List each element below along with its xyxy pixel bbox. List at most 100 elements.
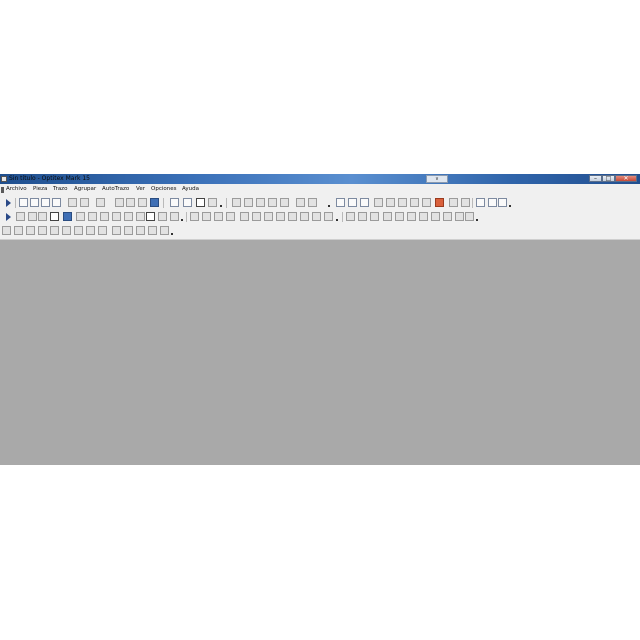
menu-trazo[interactable]: Trazo: [53, 184, 67, 195]
refresh-icon[interactable]: [138, 198, 147, 207]
zoom-icon[interactable]: [150, 198, 159, 207]
group-icon[interactable]: [308, 198, 317, 207]
toolbar-overflow-icon[interactable]: [509, 205, 511, 207]
table-icon[interactable]: [360, 198, 369, 207]
list-icon[interactable]: [158, 212, 167, 221]
menu-opciones[interactable]: Opciones: [151, 184, 176, 195]
clear-icon[interactable]: [395, 212, 404, 221]
unpair-icon[interactable]: [370, 212, 379, 221]
preview-icon[interactable]: [488, 198, 497, 207]
swap-icon[interactable]: [407, 212, 416, 221]
measure-icon[interactable]: [232, 198, 241, 207]
delete-icon[interactable]: [383, 212, 392, 221]
toolbar-overflow-icon[interactable]: [220, 205, 222, 207]
move-icon[interactable]: [16, 212, 25, 221]
report-icon[interactable]: [476, 198, 485, 207]
view-options-icon[interactable]: [148, 226, 157, 235]
print-icon[interactable]: [52, 198, 61, 207]
export-icon[interactable]: [170, 198, 179, 207]
first-icon[interactable]: [190, 212, 199, 221]
color-fill-icon[interactable]: [435, 198, 444, 207]
camera-icon[interactable]: [465, 212, 474, 221]
toolbar-overflow-icon[interactable]: [476, 219, 478, 221]
rotate-icon[interactable]: [244, 198, 253, 207]
cut-icon[interactable]: [68, 198, 77, 207]
spread-icon[interactable]: [410, 198, 419, 207]
view-settings-icon[interactable]: [136, 226, 145, 235]
view-pan-icon[interactable]: [50, 226, 59, 235]
view-zoom-in-icon[interactable]: [26, 226, 35, 235]
cycle-icon[interactable]: [288, 212, 297, 221]
import-icon[interactable]: [183, 198, 192, 207]
save-icon[interactable]: [41, 198, 50, 207]
duplicate-icon[interactable]: [124, 212, 133, 221]
shift-left-icon[interactable]: [240, 212, 249, 221]
pointer-icon[interactable]: [6, 199, 11, 207]
bump-icon[interactable]: [38, 212, 47, 221]
arrange-icon[interactable]: [398, 198, 407, 207]
magnify-icon[interactable]: [280, 198, 289, 207]
sort-icon[interactable]: [170, 212, 179, 221]
attach-icon[interactable]: [300, 212, 309, 221]
view-fit-icon[interactable]: [14, 226, 23, 235]
last-icon[interactable]: [226, 212, 235, 221]
menu-pieza[interactable]: Pieza: [33, 184, 47, 195]
menu-ver[interactable]: Ver: [136, 184, 145, 195]
close-button[interactable]: ✕: [615, 175, 637, 182]
workspace-canvas[interactable]: [0, 240, 640, 465]
view-zoom-out-icon[interactable]: [38, 226, 47, 235]
grid-icon[interactable]: [374, 198, 383, 207]
cut-line-icon[interactable]: [76, 212, 85, 221]
menu-archivo[interactable]: Archivo: [6, 184, 27, 195]
settings-icon[interactable]: [208, 198, 217, 207]
shift-down-icon[interactable]: [276, 212, 285, 221]
check-icon[interactable]: [419, 212, 428, 221]
slide-icon[interactable]: [28, 212, 37, 221]
block-icon[interactable]: [346, 212, 355, 221]
redo-icon[interactable]: [126, 198, 135, 207]
layer-icon[interactable]: [348, 198, 357, 207]
lock-icon[interactable]: [136, 212, 145, 221]
paste-icon[interactable]: [96, 198, 105, 207]
view-fill-icon[interactable]: [98, 226, 107, 235]
view-magnify-icon[interactable]: [124, 226, 133, 235]
view-help-icon[interactable]: [160, 226, 169, 235]
toolbar-overflow-icon[interactable]: [328, 205, 330, 207]
view-layers-icon[interactable]: [86, 226, 95, 235]
toolbar-overflow-icon[interactable]: [336, 219, 338, 221]
image-icon[interactable]: [455, 212, 464, 221]
plot-icon[interactable]: [461, 198, 470, 207]
fold-icon[interactable]: [422, 198, 431, 207]
next-icon[interactable]: [214, 212, 223, 221]
shift-up-icon[interactable]: [264, 212, 273, 221]
menu-agrupar[interactable]: Agrupar: [74, 184, 96, 195]
open-folder-icon[interactable]: [30, 198, 39, 207]
nest-icon[interactable]: [386, 198, 395, 207]
view-ruler-icon[interactable]: [74, 226, 83, 235]
minimize-button[interactable]: –: [589, 175, 602, 182]
shift-right-icon[interactable]: [252, 212, 261, 221]
properties-icon[interactable]: [146, 212, 155, 221]
marker-icon[interactable]: [336, 198, 345, 207]
toolbar-overflow-icon[interactable]: [171, 233, 173, 235]
send-icon[interactable]: [498, 198, 507, 207]
new-document-icon[interactable]: [19, 198, 28, 207]
maximize-button[interactable]: □: [602, 175, 615, 182]
view-normal-icon[interactable]: [2, 226, 11, 235]
undo-icon[interactable]: [115, 198, 124, 207]
label-icon[interactable]: [449, 198, 458, 207]
align-icon[interactable]: [268, 198, 277, 207]
buffer-icon[interactable]: [312, 212, 321, 221]
text-tool-icon[interactable]: [50, 212, 59, 221]
rotate-piece-icon[interactable]: [112, 212, 121, 221]
info-icon[interactable]: [196, 198, 205, 207]
previous-icon[interactable]: [202, 212, 211, 221]
active-tool-icon[interactable]: [63, 212, 72, 221]
overlap-icon[interactable]: [324, 212, 333, 221]
copy-icon[interactable]: [80, 198, 89, 207]
title-dropdown-control[interactable]: ∨: [426, 175, 448, 183]
mirror-icon[interactable]: [100, 212, 109, 221]
search-icon[interactable]: [443, 212, 452, 221]
split-icon[interactable]: [88, 212, 97, 221]
title-bar[interactable]: Sin título - Optitex Mark 15 ∨ – □ ✕: [0, 174, 640, 184]
